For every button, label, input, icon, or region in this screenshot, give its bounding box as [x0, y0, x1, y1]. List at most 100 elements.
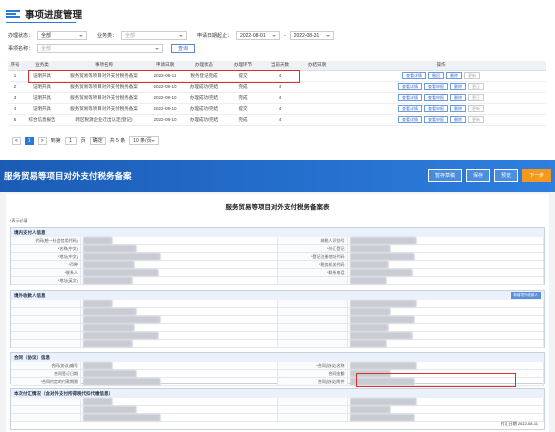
field-label: [11, 300, 81, 308]
table-row[interactable]: 3 证明开具 服务贸易等项目对外支付税务备案 2022-08-10 办理成功/完结 完成 4…: [8, 92, 546, 104]
field-label: *合同约定的付款期限: [11, 378, 81, 386]
field-label: [277, 398, 348, 406]
cell-step: 提交: [224, 103, 262, 115]
row-action-button[interactable]: 更新: [468, 105, 484, 112]
row-action-button[interactable]: 更正: [468, 94, 484, 101]
field-input[interactable]: [347, 323, 544, 332]
page-unit-label: 页: [80, 138, 86, 144]
field-input[interactable]: [81, 268, 278, 277]
date-from-input[interactable]: 2022-08-01: [236, 31, 281, 40]
category-select[interactable]: 全部: [121, 31, 188, 40]
field-input[interactable]: [81, 315, 278, 324]
query-button[interactable]: 查询: [171, 44, 196, 53]
field-input[interactable]: [81, 405, 278, 414]
category-label: 业务类：: [97, 33, 118, 39]
redacted-value: [83, 405, 137, 414]
field-input[interactable]: [81, 397, 278, 406]
cell-actions: 查看详情 查看申报 删除 更新: [336, 114, 546, 126]
row-action-button[interactable]: 查看申报: [424, 116, 448, 123]
cell-name: 跨区税源企业迁出认定(登记): [62, 114, 146, 126]
row-action-button[interactable]: 查看申报: [424, 83, 448, 90]
field-input[interactable]: [347, 268, 544, 277]
row-action-button[interactable]: 更新: [464, 72, 480, 79]
save-draft-button[interactable]: 暂存草稿: [427, 169, 462, 182]
add-payee-button[interactable]: 新增境外收款人: [510, 292, 541, 299]
field-input[interactable]: [347, 252, 544, 261]
field-input[interactable]: [347, 315, 544, 324]
field-input[interactable]: [81, 307, 278, 316]
redacted-value: [83, 413, 161, 422]
page-size-select[interactable]: 10 条/页: [129, 136, 160, 145]
row-action-button[interactable]: 查看详情: [398, 105, 422, 112]
redacted-value: [83, 252, 161, 261]
row-action-button[interactable]: 查看详情: [402, 72, 426, 79]
preview-button[interactable]: 预览: [493, 169, 518, 182]
field-input[interactable]: [347, 405, 544, 414]
name-select[interactable]: 全部: [37, 44, 164, 53]
field-input[interactable]: [81, 299, 278, 308]
field-input[interactable]: [347, 236, 544, 245]
field-input[interactable]: [347, 276, 544, 285]
row-action-button[interactable]: 删除: [450, 83, 466, 90]
row-action-button[interactable]: 更新: [468, 116, 484, 123]
row-action-button[interactable]: 查看详情: [398, 94, 422, 101]
field-input[interactable]: [81, 260, 278, 269]
row-action-button[interactable]: 删除: [450, 94, 466, 101]
field-input[interactable]: [81, 413, 278, 422]
row-action-button[interactable]: 查看详情: [398, 116, 422, 123]
field-input[interactable]: [81, 252, 278, 261]
row-action-button[interactable]: 查看申报: [424, 94, 448, 101]
goto-page-input[interactable]: 1: [64, 136, 77, 145]
row-action-button[interactable]: 删除: [450, 105, 466, 112]
field-input[interactable]: [81, 236, 278, 245]
redacted-value: [349, 307, 391, 316]
field-input[interactable]: [81, 377, 278, 386]
cell-actions: 查看详情 查看申报 删除 更正: [336, 81, 546, 93]
row-action-button[interactable]: 查看详情: [398, 83, 422, 90]
redacted-value: [349, 361, 417, 370]
field-input[interactable]: [81, 339, 278, 348]
field-input[interactable]: [81, 276, 278, 285]
next-step-button[interactable]: 下一步: [521, 169, 551, 182]
field-input[interactable]: [81, 369, 278, 378]
field-input[interactable]: [81, 361, 278, 370]
table-row[interactable]: 5 综合信息报告 跨区税源企业迁出认定(登记) 2022-08-10 办理成功/完结 完成…: [8, 114, 546, 126]
field-input[interactable]: [81, 331, 278, 340]
goto-confirm-button[interactable]: 确定: [89, 136, 106, 145]
name-label: 事项名称：: [8, 46, 34, 52]
row-action-button[interactable]: 查看申报: [424, 105, 448, 112]
date-to-input[interactable]: 2022-08-31: [289, 31, 334, 40]
field-input[interactable]: [81, 323, 278, 332]
redacted-value: [349, 397, 417, 406]
redacted-value: [83, 361, 113, 370]
field-input[interactable]: [347, 307, 544, 316]
field-input[interactable]: [347, 397, 544, 406]
field-input[interactable]: [347, 260, 544, 269]
redacted-value: [83, 276, 133, 285]
field-input[interactable]: [347, 331, 544, 340]
next-page-button[interactable]: >: [37, 136, 47, 145]
row-action-button[interactable]: 撤回: [428, 72, 444, 79]
field-input[interactable]: [347, 244, 544, 253]
row-action-button[interactable]: 删除: [446, 72, 462, 79]
page-1-button[interactable]: 1: [24, 136, 34, 145]
redacted-value: [349, 236, 417, 245]
column-header: 操作: [336, 61, 546, 71]
table-row[interactable]: 4 证明开具 服务贸易等项目对外支付税务备案 2022-08-10 办理成功/完结 提交 4…: [8, 103, 546, 115]
field-input[interactable]: [347, 299, 544, 308]
field-input[interactable]: [347, 361, 544, 370]
row-action-button[interactable]: 删除: [450, 116, 466, 123]
cell-name: 服务贸易等项目对外支付税务备案: [62, 103, 146, 115]
field-input[interactable]: [347, 339, 544, 348]
status-select[interactable]: 全部: [37, 31, 88, 40]
status-label: 办理状态：: [8, 33, 34, 39]
row-action-button[interactable]: 更正: [468, 83, 484, 90]
payment-date: 付汇日期 2022-08-11: [500, 421, 538, 426]
field-label: 合同(协议)编号: [11, 362, 81, 370]
redacted-value: [349, 413, 415, 422]
field-label: *地址(中文): [11, 253, 81, 261]
prev-page-button[interactable]: <: [12, 136, 21, 145]
save-button[interactable]: 保存: [465, 169, 490, 182]
cell-days: 4: [262, 114, 298, 126]
field-input[interactable]: [81, 244, 278, 253]
